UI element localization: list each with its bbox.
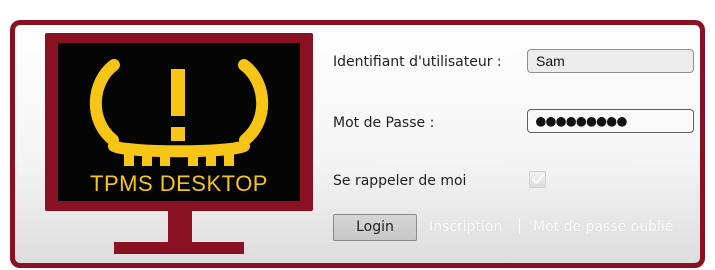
checkbox-icon [532, 174, 544, 184]
password-field[interactable]: ●●●●●●●●● [527, 109, 694, 133]
username-label: Identifiant d'utilisateur : [333, 54, 502, 70]
link-separator [519, 218, 520, 234]
monitor-screen: TPMS DESKTOP [58, 43, 300, 201]
register-link[interactable]: Inscription [429, 218, 502, 236]
monitor-stand-base [114, 242, 244, 254]
login-button[interactable]: Login [333, 214, 417, 241]
logo-text: TPMS DESKTOP [90, 171, 268, 196]
monitor-illustration: TPMS DESKTOP [45, 33, 313, 211]
forgot-password-link[interactable]: Mot de passe oublié [533, 218, 673, 236]
remember-checkbox[interactable] [529, 171, 546, 188]
remember-label: Se rappeler de moi [333, 173, 467, 189]
username-field[interactable]: Sam [527, 49, 694, 73]
password-label: Mot de Passe : [333, 115, 435, 131]
top-strip [0, 0, 715, 20]
